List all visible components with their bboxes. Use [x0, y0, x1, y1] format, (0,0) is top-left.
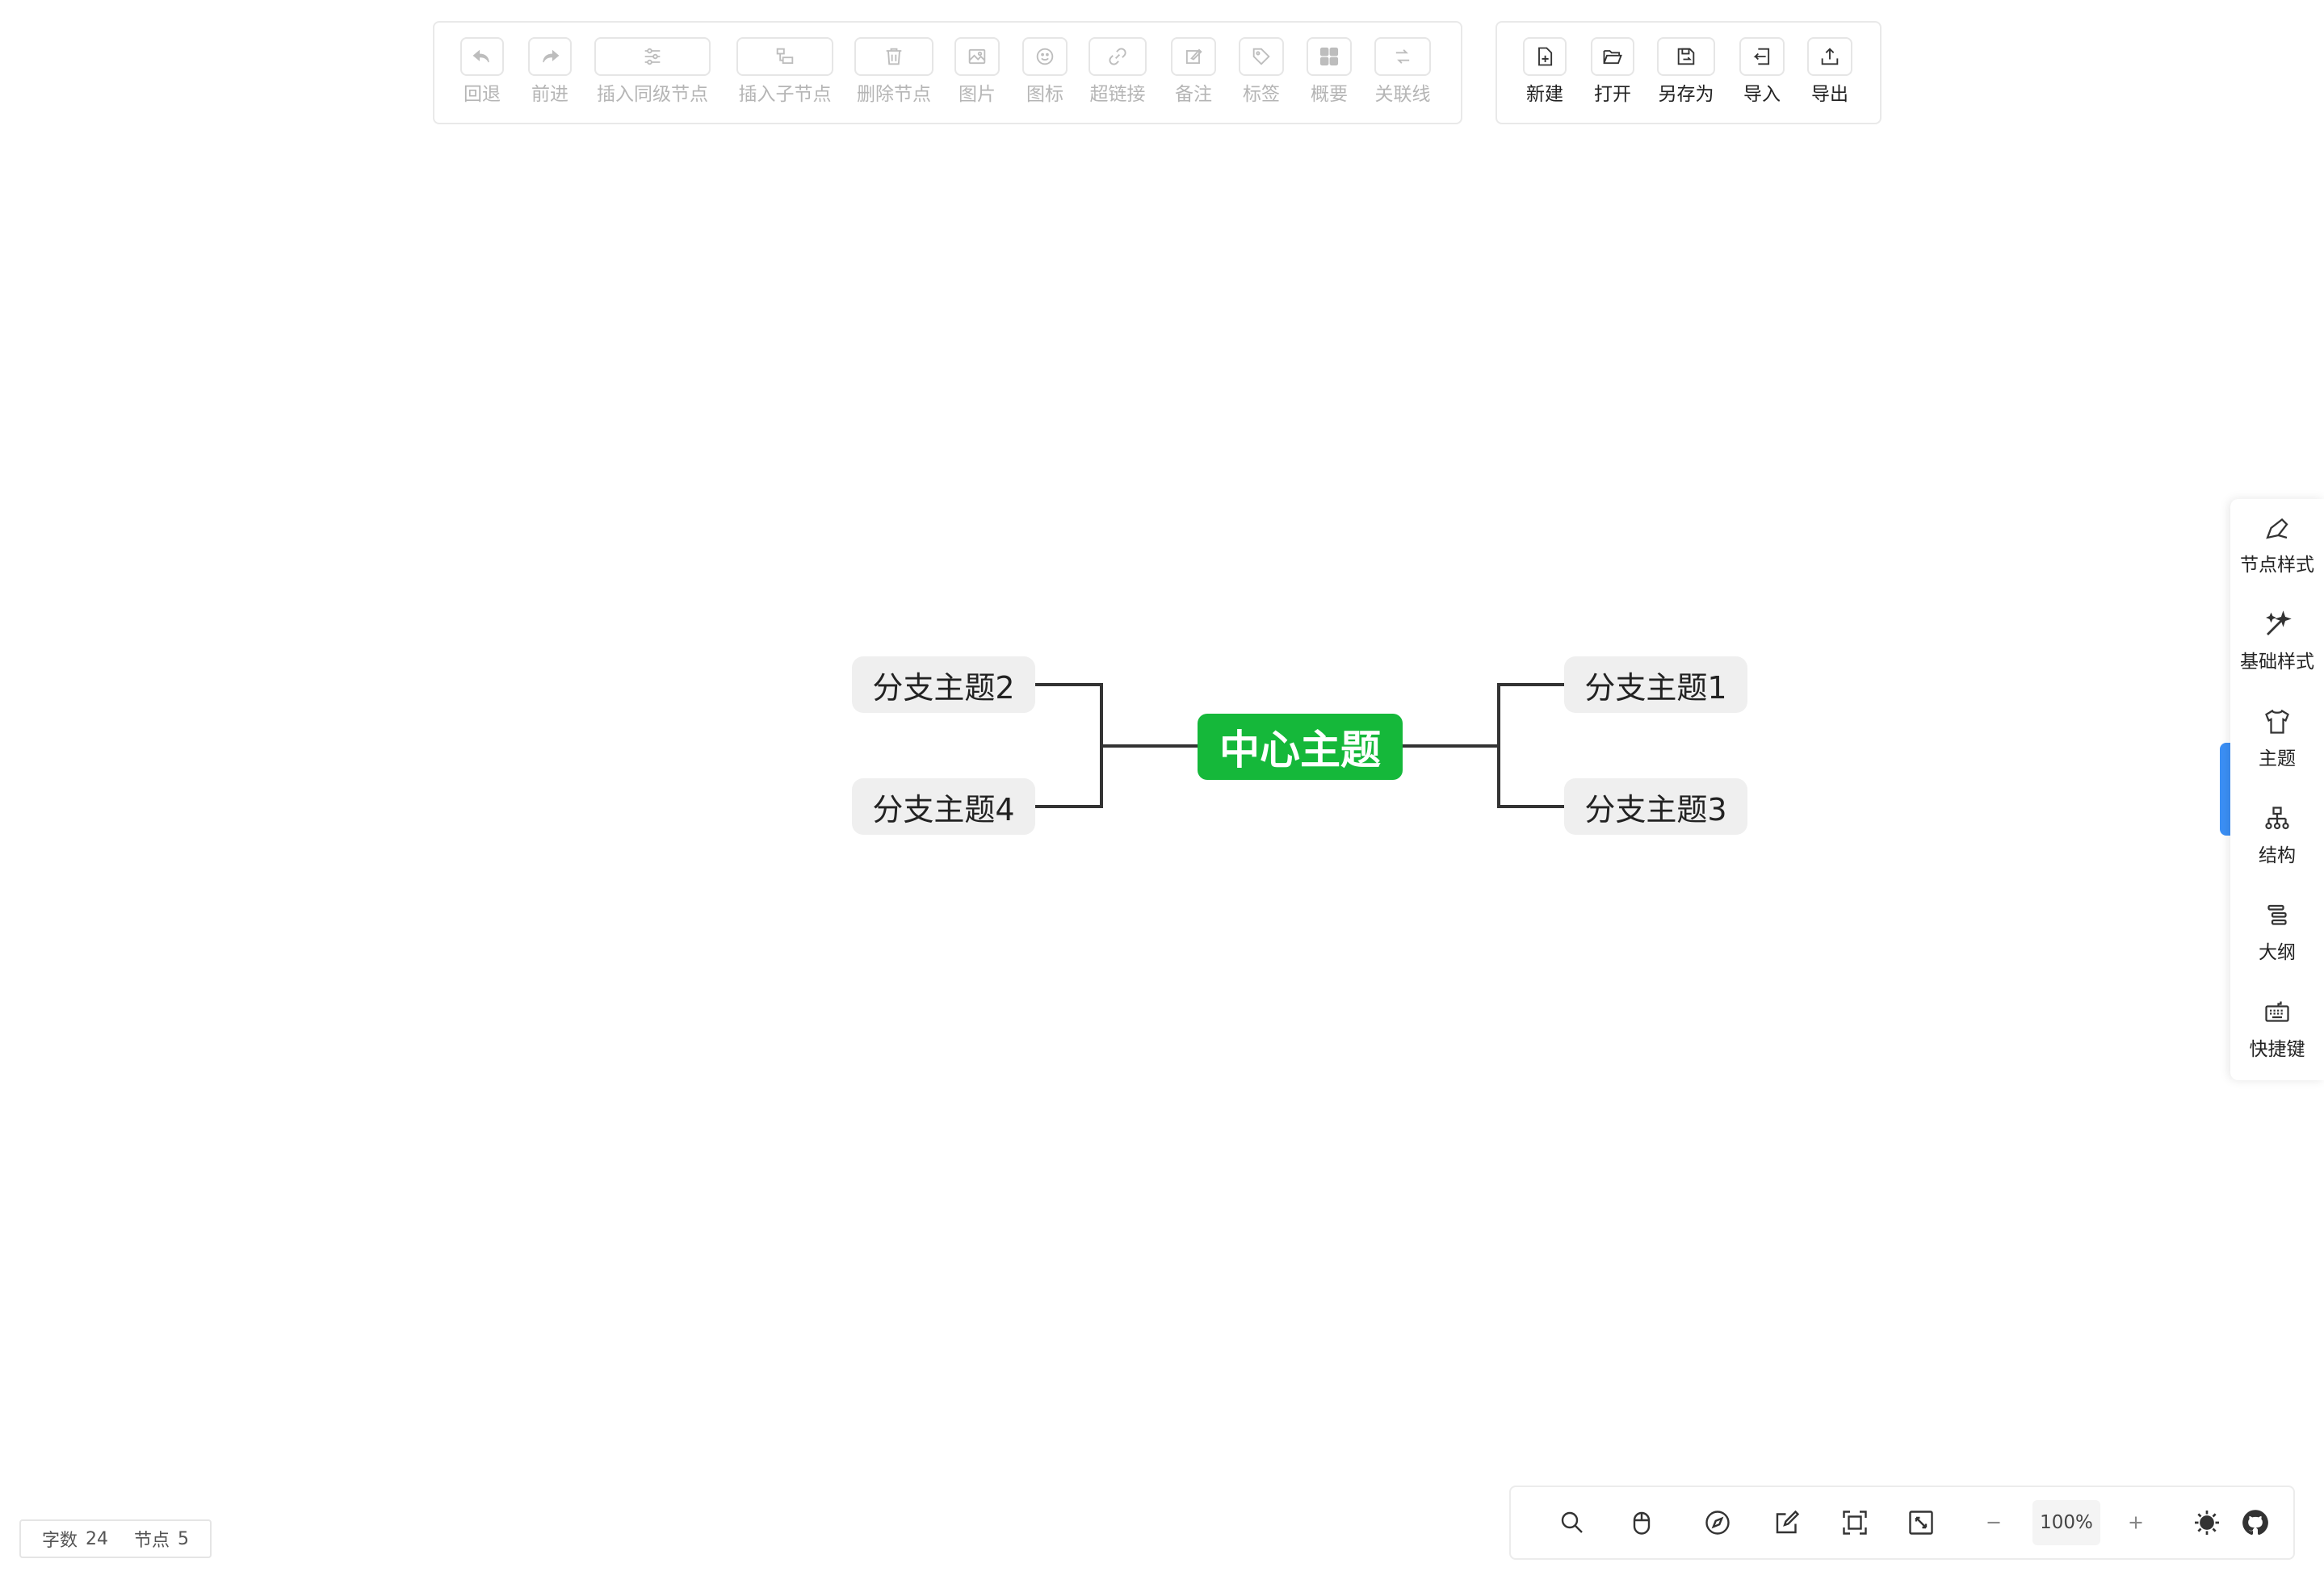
- shirt-icon: [2265, 709, 2289, 734]
- branch-node-4[interactable]: 分支主题4: [852, 778, 1035, 835]
- sidebar-item-outline[interactable]: 大纲: [2230, 901, 2324, 964]
- edit-mode-button[interactable]: [1769, 1505, 1805, 1540]
- github-button[interactable]: [2238, 1505, 2273, 1540]
- stats-panel: 字数 24 节点 5: [19, 1519, 212, 1558]
- zoom-out-icon: [1987, 1521, 2000, 1524]
- sidebar-item-basic-style[interactable]: 基础样式: [2230, 610, 2324, 673]
- edit-icon: [1776, 1510, 1800, 1534]
- zoom-in-button[interactable]: [2118, 1505, 2154, 1540]
- word-count-label: 字数: [42, 1531, 78, 1551]
- fullscreen-icon: [1909, 1511, 1933, 1535]
- connector-branch-2: [1035, 683, 1103, 746]
- mouse-icon: [1633, 1511, 1651, 1535]
- root-node[interactable]: 中心主题: [1198, 714, 1403, 780]
- github-icon: [2242, 1510, 2268, 1536]
- right-sidebar: 节点样式 基础样式 主题 结构 大纲 快捷键: [2230, 499, 2324, 1080]
- sidebar-label-node-style: 节点样式: [2240, 555, 2314, 576]
- sidebar-active-indicator[interactable]: [2220, 743, 2230, 836]
- branch-node-1[interactable]: 分支主题1: [1564, 656, 1747, 713]
- mouse-mode-button[interactable]: [1624, 1505, 1659, 1540]
- node-style-icon: [2266, 518, 2288, 539]
- word-count-value: 24: [86, 1528, 109, 1549]
- connector-branch-3: [1497, 746, 1564, 808]
- zoom-in-icon: [2129, 1516, 2142, 1529]
- branch-node-2[interactable]: 分支主题2: [852, 656, 1035, 713]
- sidebar-item-theme[interactable]: 主题: [2230, 707, 2324, 770]
- bottom-toolbar: 100%: [1509, 1486, 2295, 1560]
- fullscreen-button[interactable]: [1903, 1505, 1939, 1540]
- navigator-button[interactable]: [1700, 1505, 1735, 1540]
- sidebar-item-shortcuts[interactable]: 快捷键: [2230, 998, 2324, 1061]
- compass-icon: [1705, 1511, 1730, 1535]
- connector-branch-4: [1035, 746, 1103, 808]
- sidebar-item-structure[interactable]: 结构: [2230, 804, 2324, 867]
- sidebar-label-basic-style: 基础样式: [2240, 652, 2314, 673]
- zoom-level: 100%: [2032, 1500, 2100, 1545]
- node-count-value: 5: [178, 1528, 190, 1549]
- sidebar-label-shortcuts: 快捷键: [2249, 1039, 2305, 1060]
- mindmap-canvas[interactable]: [0, 0, 2324, 1584]
- fit-screen-icon: [1843, 1511, 1867, 1535]
- node-count-label: 节点: [134, 1531, 170, 1551]
- search-icon: [1561, 1511, 1583, 1533]
- theme-icon: [2195, 1511, 2219, 1535]
- sidebar-label-theme: 主题: [2259, 748, 2296, 769]
- fit-screen-button[interactable]: [1837, 1505, 1873, 1540]
- sidebar-label-structure: 结构: [2259, 845, 2296, 866]
- branch-node-3[interactable]: 分支主题3: [1564, 778, 1747, 835]
- structure-icon: [2265, 807, 2289, 830]
- outline-icon: [2267, 904, 2287, 925]
- zoom-out-button[interactable]: [1976, 1505, 2011, 1540]
- connector-branch-1: [1497, 683, 1564, 746]
- sidebar-item-node-style[interactable]: 节点样式: [2230, 513, 2324, 576]
- sidebar-label-outline: 大纲: [2259, 942, 2296, 963]
- keyboard-icon: [2265, 1001, 2289, 1022]
- magic-wand-icon: [2266, 610, 2292, 635]
- theme-toggle-button[interactable]: [2189, 1505, 2225, 1540]
- search-button[interactable]: [1554, 1505, 1590, 1540]
